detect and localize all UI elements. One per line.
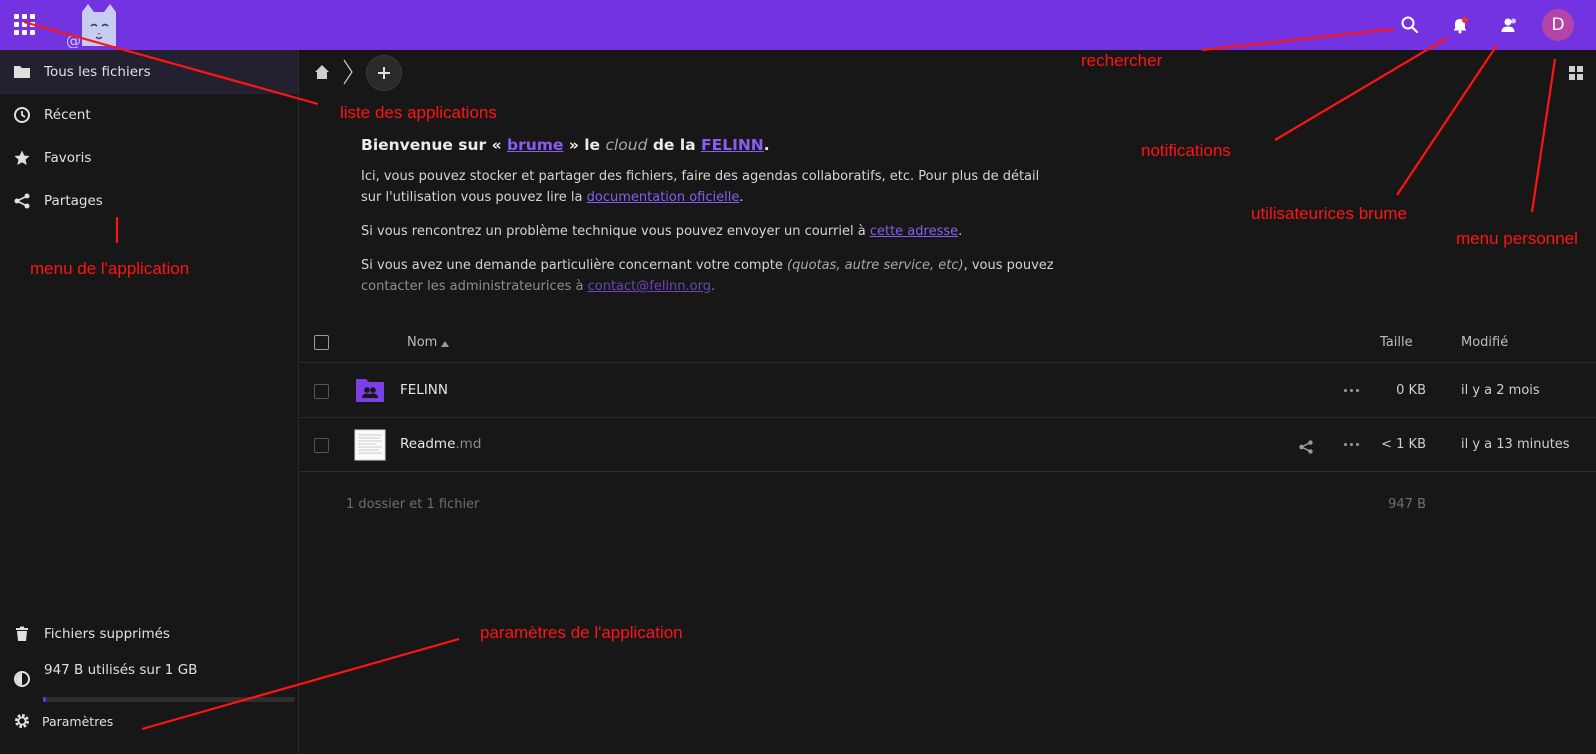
- file-basename: Readme: [400, 436, 456, 452]
- row-checkbox[interactable]: [314, 438, 329, 453]
- sidebar-item-label: Tous les fichiers: [44, 64, 151, 80]
- welcome-message: Bienvenue sur « brume » le cloud de la F…: [361, 136, 1061, 310]
- title-text: .: [763, 136, 770, 154]
- app-menu-grid-icon[interactable]: [14, 14, 36, 36]
- sidebar-item-recent[interactable]: Récent: [0, 93, 298, 137]
- contact-email-link[interactable]: cette adresse: [870, 224, 958, 239]
- plus-icon: [378, 67, 390, 79]
- sidebar-item-label: Partages: [44, 193, 103, 209]
- files-content: Bienvenue sur « brume » le cloud de la F…: [300, 50, 1596, 754]
- paragraph-text: , vous pouvez: [963, 258, 1054, 273]
- gear-icon: [15, 714, 29, 728]
- trash-icon: [16, 626, 28, 641]
- paragraph-text: Si vous avez une demande particulière co…: [361, 258, 788, 273]
- welcome-title: Bienvenue sur « brume » le cloud de la F…: [361, 136, 1061, 154]
- welcome-paragraph: Ici, vous pouvez stocker et partager des…: [361, 166, 1061, 208]
- select-all-checkbox[interactable]: [314, 335, 329, 350]
- breadcrumb-separator-icon: [343, 59, 353, 85]
- sidebar-item-label: Fichiers supprimés: [44, 626, 170, 642]
- file-modified: il y a 13 minutes: [1461, 437, 1570, 452]
- search-icon[interactable]: [1398, 13, 1422, 37]
- more-actions-icon[interactable]: [1344, 442, 1362, 448]
- welcome-paragraph: Si vous avez une demande particulière co…: [361, 255, 1061, 297]
- share-icon[interactable]: [1298, 439, 1314, 455]
- felinn-link[interactable]: FELINN: [701, 136, 764, 154]
- bell-icon[interactable]: [1448, 13, 1472, 37]
- more-actions-icon[interactable]: [1344, 388, 1362, 394]
- folder-icon: [14, 66, 30, 78]
- file-row-readme[interactable]: Readme.md < 1 KB il y a 13 minutes: [300, 418, 1596, 472]
- text-file-icon: [354, 429, 386, 461]
- file-name[interactable]: FELINN: [400, 382, 448, 398]
- paragraph-text: contacter les administrateurices à: [361, 279, 588, 294]
- row-checkbox[interactable]: [314, 384, 329, 399]
- title-emphasis: cloud: [605, 136, 648, 154]
- column-size-header[interactable]: Taille: [1380, 335, 1413, 350]
- file-basename: FELINN: [400, 382, 448, 398]
- pie-chart-icon: [14, 671, 30, 687]
- title-text: Bienvenue sur «: [361, 136, 507, 154]
- quota-label: 947 B utilisés sur 1 GB: [44, 662, 198, 678]
- paragraph-text: .: [958, 224, 963, 239]
- sidebar-item-favorites[interactable]: Favoris: [0, 136, 298, 180]
- file-table-header: Nom Taille Modifié: [300, 323, 1596, 363]
- sidebar-item-label: Récent: [44, 107, 91, 123]
- file-modified: il y a 2 mois: [1461, 383, 1540, 398]
- clock-icon: [14, 107, 30, 123]
- settings-label: Paramètres: [42, 713, 114, 729]
- column-name-header[interactable]: Nom: [407, 335, 437, 350]
- grid-view-toggle-icon[interactable]: [1569, 66, 1583, 80]
- sidebar-item-all-files[interactable]: Tous les fichiers: [0, 50, 298, 94]
- sidebar-item-shares[interactable]: Partages: [0, 179, 298, 223]
- welcome-paragraph: Si vous rencontrez un problème technique…: [361, 221, 1061, 242]
- sidebar-item-deleted-files[interactable]: Fichiers supprimés: [0, 612, 298, 656]
- sidebar-item-label: Favoris: [44, 150, 92, 166]
- app-navigation: Tous les fichiers Récent Favoris Partage…: [0, 50, 299, 754]
- title-text: » le: [563, 136, 606, 154]
- user-avatar[interactable]: D: [1542, 9, 1574, 41]
- quota-display: 947 B utilisés sur 1 GB: [0, 656, 298, 690]
- cat-logo-icon[interactable]: @: [66, 2, 118, 48]
- settings-button[interactable]: Paramètres: [0, 699, 298, 743]
- paragraph-text: Si vous rencontrez un problème technique…: [361, 224, 870, 239]
- file-row-felinn[interactable]: FELINN 0 KB il y a 2 mois: [300, 364, 1596, 418]
- admin-email-link[interactable]: contact@felinn.org: [588, 279, 711, 294]
- file-extension: .md: [455, 436, 482, 452]
- file-name[interactable]: Readme.md: [400, 436, 481, 452]
- group-folder-icon: [356, 379, 384, 402]
- svg-text:@: @: [66, 32, 81, 48]
- file-size: < 1 KB: [1381, 437, 1426, 452]
- home-icon[interactable]: [313, 63, 331, 81]
- file-size: 0 KB: [1396, 383, 1426, 398]
- title-text: de la: [647, 136, 702, 154]
- contacts-icon[interactable]: [1497, 13, 1521, 37]
- paragraph-text: .: [739, 190, 744, 205]
- sort-ascending-icon: [441, 341, 449, 347]
- paragraph-emphasis: (quotas, autre service, etc): [787, 258, 964, 273]
- paragraph-text: .: [711, 279, 716, 294]
- documentation-link[interactable]: documentation oficielle: [587, 190, 740, 205]
- file-summary: 1 dossier et 1 fichier: [346, 497, 480, 512]
- new-file-button[interactable]: [366, 55, 402, 91]
- column-modified-header[interactable]: Modifié: [1461, 335, 1508, 350]
- top-header: @ D: [0, 0, 1596, 50]
- total-size: 947 B: [1388, 497, 1426, 512]
- brume-link[interactable]: brume: [507, 136, 563, 154]
- share-icon: [14, 193, 30, 209]
- star-icon: [14, 150, 30, 165]
